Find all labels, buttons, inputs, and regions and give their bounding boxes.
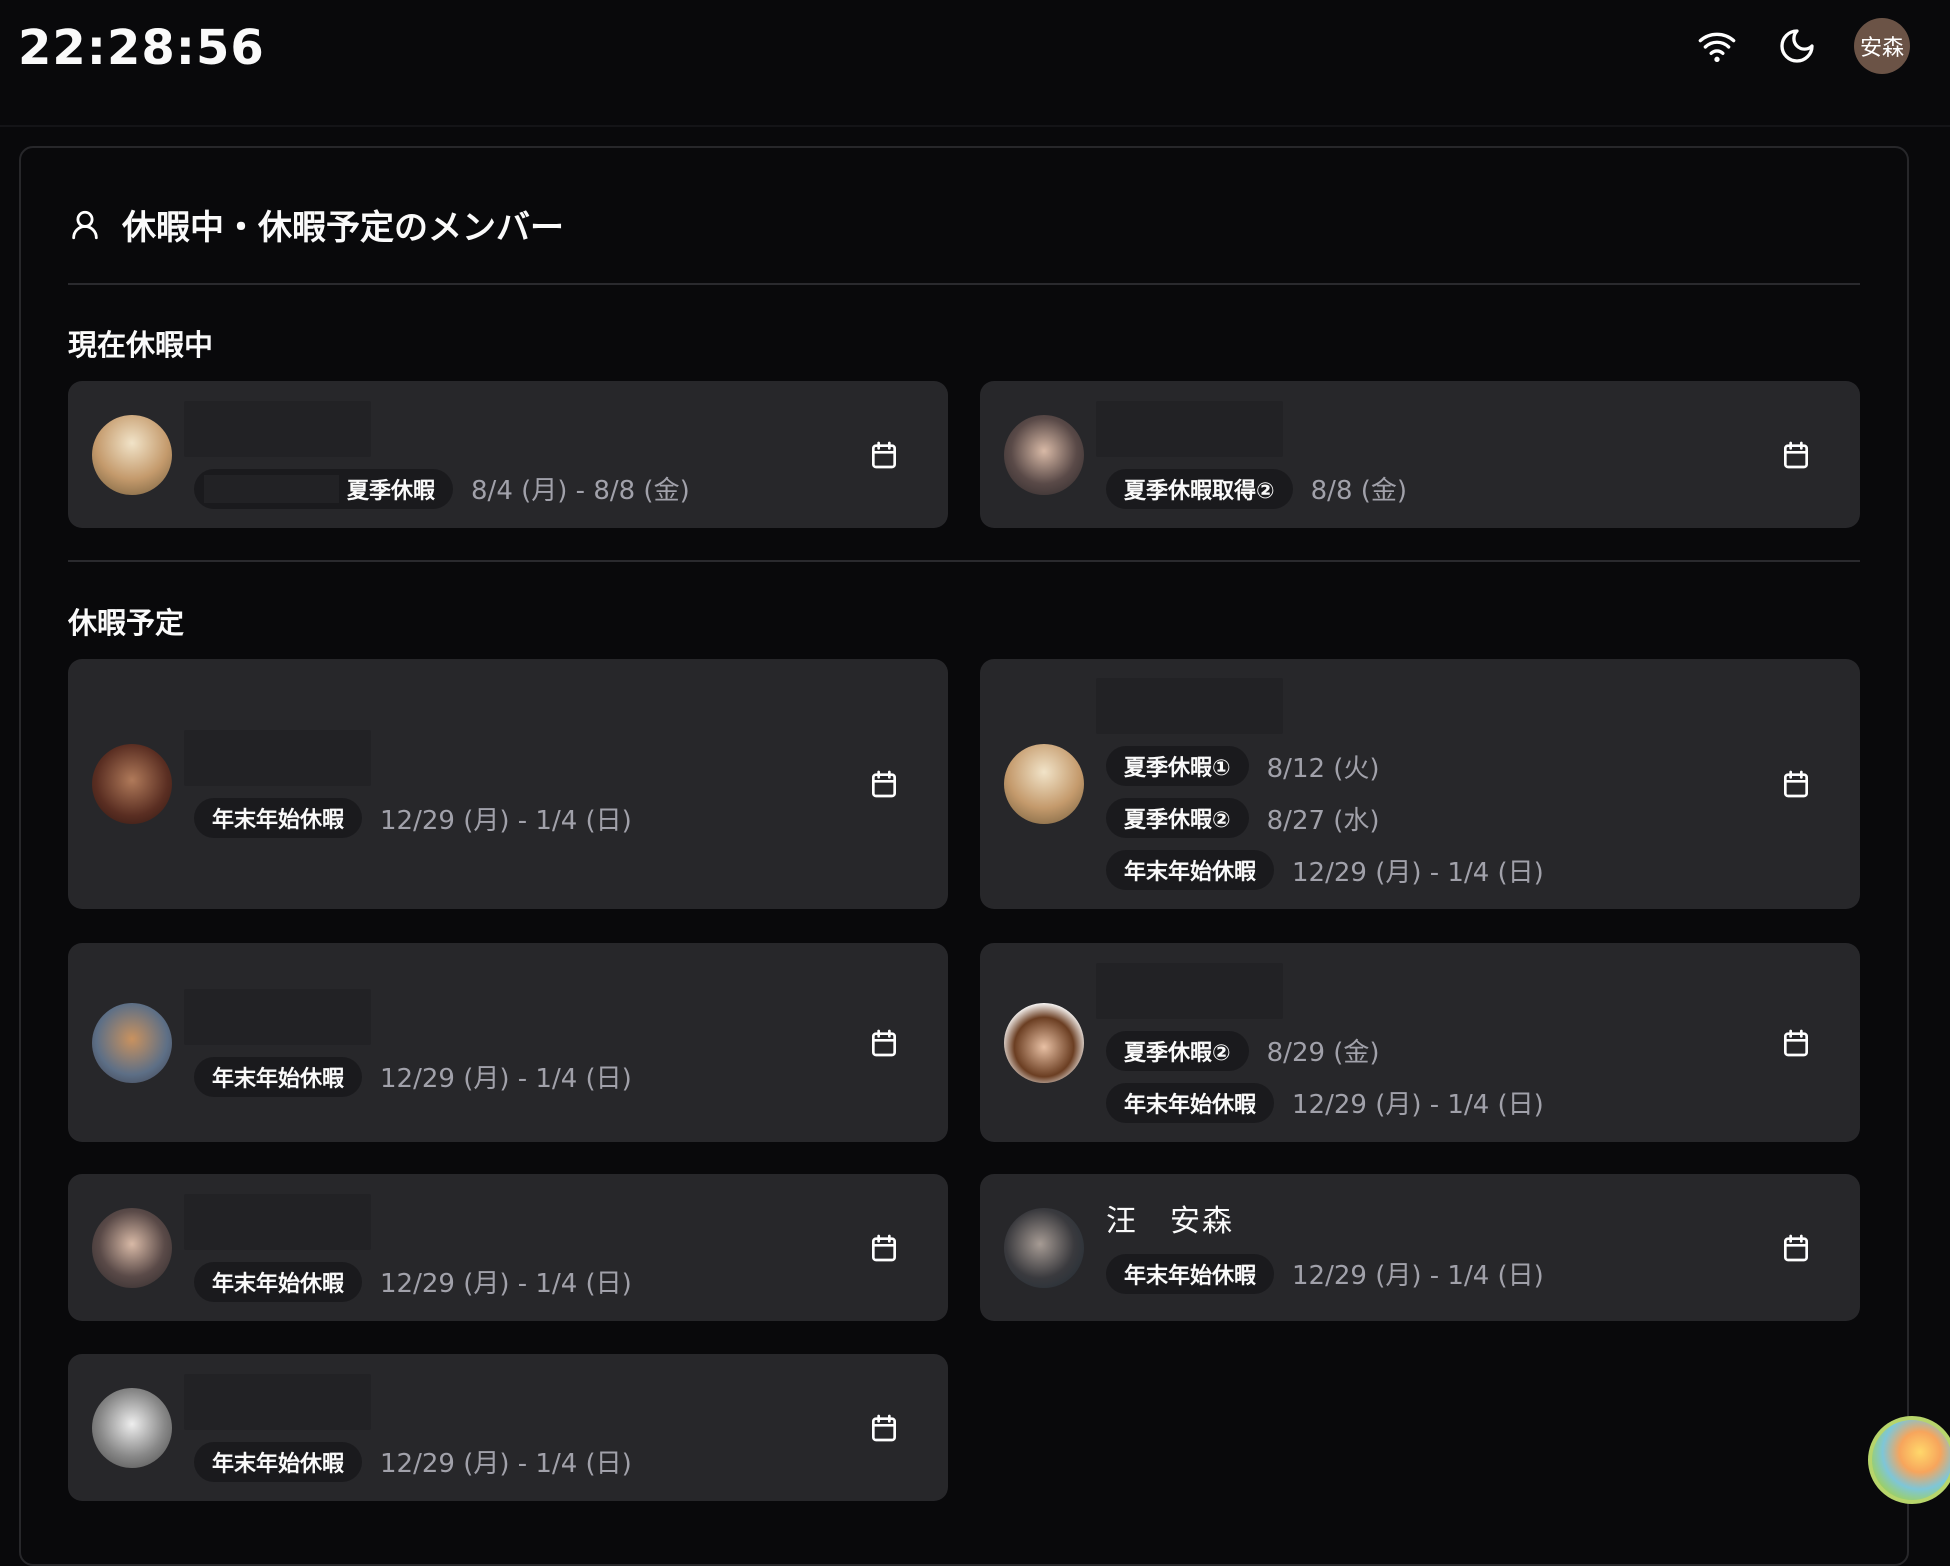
member-card[interactable]: 夏季休暇 8/4 (月) - 8/8 (金) [68,381,948,528]
leave-entry: 年末年始休暇 12/29 (月) - 1/4 (日) [194,798,948,838]
member-name-redacted [184,1193,371,1250]
leave-type-label: 夏季休暇② [1124,808,1231,833]
leave-entry: 年末年始休暇 12/29 (月) - 1/4 (日) [1106,850,1860,890]
calendar-icon[interactable] [1780,438,1812,472]
leave-entry: 夏季休暇 8/4 (月) - 8/8 (金) [194,468,948,509]
member-card[interactable]: 夏季休暇① 8/12 (火) 夏季休暇② 8/27 (水) 年末年始休暇 12/29 (月… [980,659,1860,909]
leave-date: 8/4 (月) - 8/8 (金) [471,476,690,506]
divider [68,560,1860,562]
member-card[interactable]: 年末年始休暇 12/29 (月) - 1/4 (日) [68,659,948,909]
leave-type-label: 夏季休暇 [347,478,436,504]
leave-date: 12/29 (月) - 1/4 (日) [1292,1261,1544,1291]
panel-title-text: 休暇中・休暇予定のメンバー [122,208,564,248]
leave-entry: 夏季休暇取得② 8/8 (金) [1106,468,1860,509]
member-name-redacted [184,730,371,786]
leave-type-label: 年末年始休暇 [1124,1263,1257,1289]
leave-date: 8/29 (金) [1266,1038,1380,1068]
member-name-redacted [184,1373,371,1430]
clock: 22:28:56 [18,20,265,76]
calendar-icon[interactable] [1780,1231,1812,1265]
leave-date: 8/8 (金) [1310,476,1408,506]
section-current: 現在休暇中 [68,328,214,362]
member-card[interactable]: 年末年始休暇 12/29 (月) - 1/4 (日) [68,1174,948,1321]
leave-date: 12/29 (月) - 1/4 (日) [380,1064,632,1094]
member-avatar [92,1207,172,1288]
member-card[interactable]: 年末年始休暇 12/29 (月) - 1/4 (日) [68,1354,948,1501]
redacted-text [204,474,339,503]
leave-type-label: 年末年始休暇 [1124,860,1257,885]
member-card[interactable]: 汪 安森年末年始休暇 12/29 (月) - 1/4 (日) [980,1174,1860,1321]
section-upcoming: 休暇予定 [68,606,185,640]
leave-date: 12/29 (月) - 1/4 (日) [1292,857,1544,888]
calendar-icon[interactable] [868,1231,900,1265]
leave-entry: 年末年始休暇 12/29 (月) - 1/4 (日) [194,1056,948,1097]
leave-type-badge: 夏季休暇① [1106,746,1249,786]
calendar-icon[interactable] [868,767,900,801]
member-avatar [92,414,172,495]
leave-type-badge: 年末年始休暇 [194,1441,363,1482]
leave-entry: 夏季休暇② 8/27 (水) [1106,798,1860,838]
leave-type-label: 年末年始休暇 [212,1451,345,1477]
member-name: 汪 安森 [1106,1203,1234,1239]
leave-entry: 年末年始休暇 12/29 (月) - 1/4 (日) [1106,1082,1860,1123]
member-avatar [1004,414,1084,495]
top-bar: 22:28:56 安森 [0,0,1950,127]
leave-type-label: 年末年始休暇 [1124,1092,1257,1118]
leave-type-badge: 年末年始休暇 [194,798,363,838]
leave-type-label: 夏季休暇① [1124,756,1231,781]
calendar-icon[interactable] [868,438,900,472]
divider [68,283,1860,285]
leave-type-label: 年末年始休暇 [212,808,345,833]
member-avatar [1004,1002,1084,1083]
member-card[interactable]: 夏季休暇② 8/29 (金) 年末年始休暇 12/29 (月) - 1/4 (日) [980,943,1860,1142]
leave-type-badge: 夏季休暇② [1106,798,1249,838]
leave-date: 12/29 (月) - 1/4 (日) [380,1269,632,1299]
member-avatar [92,1002,172,1083]
leave-date: 12/29 (月) - 1/4 (日) [380,1449,632,1479]
leave-type-badge: 年末年始休暇 [1106,850,1275,890]
leave-date: 12/29 (月) - 1/4 (日) [1292,1090,1544,1120]
calendar-icon[interactable] [1780,1026,1812,1060]
member-avatar [1004,744,1084,824]
leave-date: 8/12 (火) [1266,753,1380,784]
panel-title: 休暇中・休暇予定のメンバー [68,200,564,249]
leave-type-badge: 夏季休暇取得② [1106,468,1293,509]
floating-vacation-button[interactable] [1868,1416,1950,1504]
leave-date: 12/29 (月) - 1/4 (日) [380,805,632,836]
member-card[interactable]: 夏季休暇取得② 8/8 (金) [980,381,1860,528]
leave-type-label: 年末年始休暇 [212,1271,345,1297]
member-name-redacted [1096,962,1283,1019]
wifi-icon[interactable] [1697,26,1737,66]
member-name-redacted [184,988,371,1045]
leave-type-badge: 夏季休暇② [1106,1030,1249,1071]
leave-entry: 夏季休暇① 8/12 (火) [1106,746,1860,786]
member-avatar [1004,1207,1084,1288]
moon-icon[interactable] [1777,26,1817,66]
leave-entry: 年末年始休暇 12/29 (月) - 1/4 (日) [1106,1253,1860,1294]
member-name-redacted [1096,400,1283,457]
member-name-redacted [184,400,371,457]
leave-type-badge: 夏季休暇 [194,468,454,509]
leave-type-label: 夏季休暇② [1124,1040,1231,1066]
leave-type-badge: 年末年始休暇 [194,1261,363,1302]
calendar-icon[interactable] [868,1411,900,1445]
user-avatar[interactable]: 安森 [1854,18,1910,74]
user-icon [72,210,98,239]
member-card[interactable]: 年末年始休暇 12/29 (月) - 1/4 (日) [68,943,948,1142]
leave-type-label: 夏季休暇取得② [1124,478,1275,504]
member-name-redacted [1096,678,1283,734]
leave-date: 8/27 (水) [1266,805,1380,836]
leave-type-badge: 年末年始休暇 [1106,1253,1275,1294]
leave-type-badge: 年末年始休暇 [194,1056,363,1097]
member-avatar [92,744,172,824]
leave-entry: 年末年始休暇 12/29 (月) - 1/4 (日) [194,1261,948,1302]
calendar-icon[interactable] [868,1026,900,1060]
calendar-icon[interactable] [1780,767,1812,801]
leave-type-label: 年末年始休暇 [212,1066,345,1092]
member-avatar [92,1387,172,1468]
leave-entry: 夏季休暇② 8/29 (金) [1106,1030,1860,1071]
leave-entry: 年末年始休暇 12/29 (月) - 1/4 (日) [194,1441,948,1482]
leave-type-badge: 年末年始休暇 [1106,1082,1275,1123]
